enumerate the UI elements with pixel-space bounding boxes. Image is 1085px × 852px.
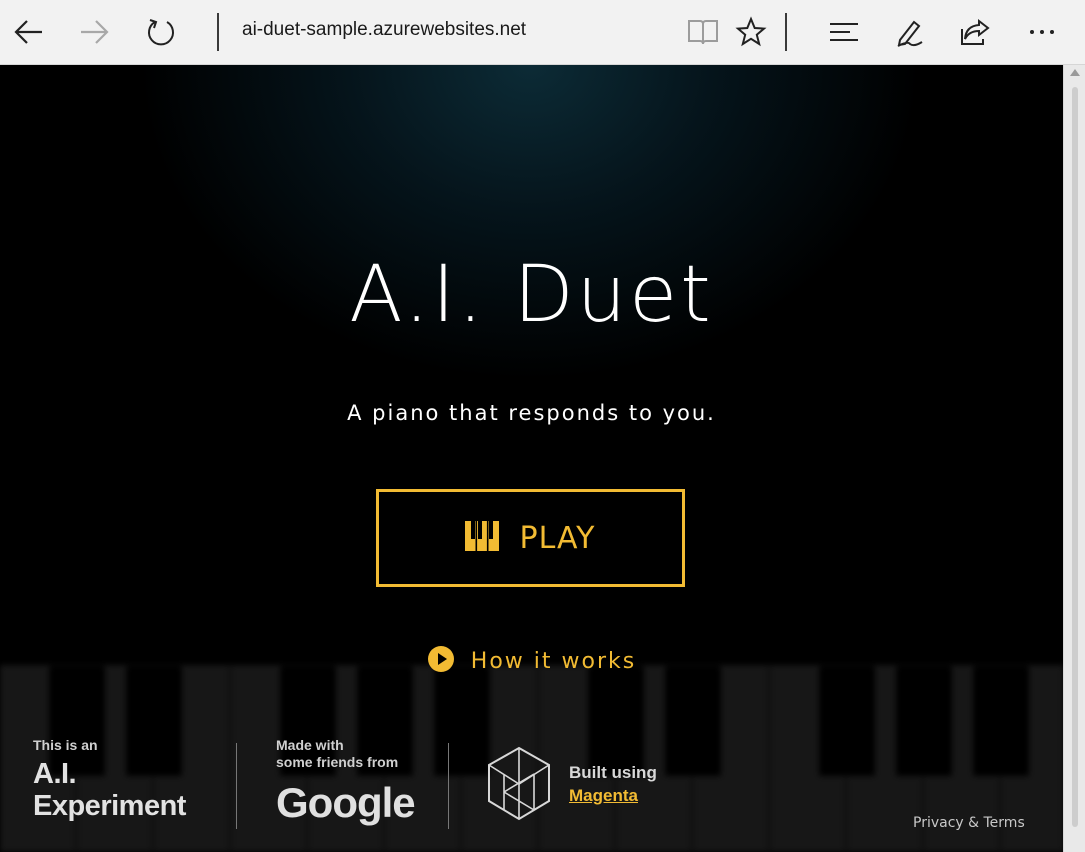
toolbar-separator-2 bbox=[785, 13, 787, 51]
refresh-icon[interactable] bbox=[141, 12, 181, 52]
share-icon[interactable] bbox=[955, 12, 995, 52]
google-logo: Google bbox=[276, 779, 416, 826]
hub-icon[interactable] bbox=[824, 12, 864, 52]
google-small-line1: Made with bbox=[276, 737, 344, 753]
ai-experiment-line2: Experiment bbox=[33, 790, 186, 822]
ai-experiment-badge[interactable]: This is an A.I. Experiment bbox=[33, 737, 186, 822]
magenta-logo-icon[interactable] bbox=[487, 746, 551, 826]
privacy-terms-link[interactable]: Privacy & Terms bbox=[913, 815, 1025, 831]
play-button[interactable]: PLAY bbox=[376, 489, 685, 587]
footer-divider bbox=[236, 743, 237, 829]
back-icon[interactable] bbox=[9, 12, 49, 52]
page-subtitle: A piano that responds to you. bbox=[347, 401, 716, 425]
ai-experiment-small: This is an bbox=[33, 737, 98, 753]
ai-experiment-line1: A.I. bbox=[33, 758, 77, 790]
piano-icon bbox=[465, 521, 500, 555]
magenta-link[interactable]: Magenta bbox=[569, 786, 657, 806]
scroll-thumb[interactable] bbox=[1072, 87, 1078, 827]
google-badge[interactable]: Made with some friends from Google bbox=[276, 737, 416, 827]
built-using-label: Built using bbox=[569, 763, 657, 782]
play-circle-icon bbox=[427, 645, 455, 677]
google-small-line2: some friends from bbox=[276, 754, 399, 770]
reading-view-icon[interactable] bbox=[683, 12, 723, 52]
footer-divider-2 bbox=[448, 743, 449, 829]
more-icon[interactable] bbox=[1022, 12, 1062, 52]
how-it-works-label: How it works bbox=[470, 648, 637, 674]
how-it-works-link[interactable]: How it works bbox=[0, 645, 1063, 677]
browser-toolbar: ai-duet-sample.azurewebsites.net bbox=[0, 0, 1085, 65]
forward-icon[interactable] bbox=[74, 12, 114, 52]
address-bar[interactable]: ai-duet-sample.azurewebsites.net bbox=[242, 19, 526, 41]
scroll-up-arrow-icon[interactable] bbox=[1070, 69, 1080, 76]
page-content: A.I. Duet A piano that responds to you. … bbox=[0, 65, 1063, 852]
toolbar-separator bbox=[217, 13, 219, 51]
web-note-icon[interactable] bbox=[890, 12, 930, 52]
vertical-scrollbar[interactable] bbox=[1063, 65, 1085, 852]
page-title: A.I. Duet bbox=[349, 250, 714, 340]
favorite-star-icon[interactable] bbox=[731, 12, 771, 52]
built-using: Built using Magenta bbox=[569, 763, 657, 806]
play-label: PLAY bbox=[519, 520, 596, 556]
